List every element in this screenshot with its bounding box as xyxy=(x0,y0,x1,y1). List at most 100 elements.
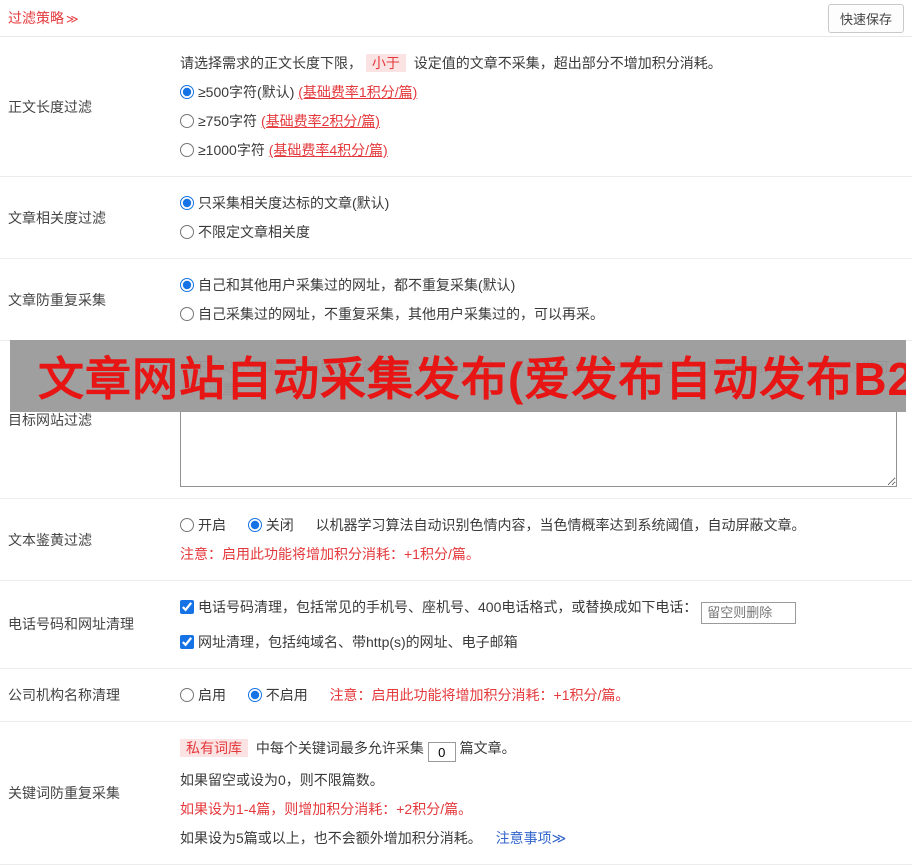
radio-porn-on[interactable]: 开启 xyxy=(180,517,226,533)
radio-dedupe-self-input[interactable] xyxy=(180,307,194,321)
row-content-company-clean: 启用 不启用 注意：启用此功能将增加积分消耗：+1积分/篇。 xyxy=(180,669,912,721)
radio-1000-label: ≥1000字符 xyxy=(198,142,265,158)
radio-500-note: (基础费率1积分/篇) xyxy=(298,84,417,100)
checkbox-url-clean-input[interactable] xyxy=(180,635,194,649)
row-content-body-length: 请选择需求的正文长度下限， 小于 设定值的文章不采集，超出部分不增加积分消耗。 … xyxy=(180,37,912,176)
radio-company-off-label: 不启用 xyxy=(266,687,308,703)
row-label-dedupe: 文章防重复采集 xyxy=(0,259,180,340)
radio-porn-off-input[interactable] xyxy=(248,518,262,532)
notes-link[interactable]: 注意事项≫ xyxy=(496,830,567,846)
radio-dedupe-all-label: 自己和其他用户采集过的网址，都不重复采集(默认) xyxy=(198,277,515,293)
checkbox-url-clean[interactable]: 网址清理，包括纯域名、带http(s)的网址、电子邮箱 xyxy=(180,634,518,650)
radio-1000-chars[interactable]: ≥1000字符 xyxy=(180,142,265,158)
row-keyword-dedupe: 关键词防重复采集 私有词库 中每个关键词最多允许采集 篇文章。 如果留空或设为0… xyxy=(0,722,912,865)
row-content-porn-filter: 开启 关闭 以机器学习算法自动识别色情内容，当色情概率达到系统阈值，自动屏蔽文章… xyxy=(180,499,912,580)
radio-relevance-strict-label: 只采集相关度达标的文章(默认) xyxy=(198,195,389,211)
row-content-dedupe: 自己和其他用户采集过的网址，都不重复采集(默认) 自己采集过的网址，不重复采集，… xyxy=(180,259,912,340)
keyword-dedupe-line1: 私有词库 中每个关键词最多允许采集 篇文章。 xyxy=(180,737,902,763)
company-clean-options: 启用 不启用 注意：启用此功能将增加积分消耗：+1积分/篇。 xyxy=(180,684,902,706)
radio-relevance-any[interactable]: 不限定文章相关度 xyxy=(180,224,310,240)
radio-porn-on-input[interactable] xyxy=(180,518,194,532)
keyword-dedupe-line2: 如果留空或设为0，则不限篇数。 xyxy=(180,769,902,791)
keyword-dedupe-line4: 如果设为5篇或以上，也不会额外增加积分消耗。 注意事项≫ xyxy=(180,827,902,849)
radio-porn-off-label: 关闭 xyxy=(266,517,294,533)
radio-dedupe-all[interactable]: 自己和其他用户采集过的网址，都不重复采集(默认) xyxy=(180,277,515,293)
radio-dedupe-self-label: 自己采集过的网址，不重复采集，其他用户采集过的，可以再采。 xyxy=(198,306,604,322)
checkbox-url-clean-label: 网址清理，包括纯域名、带http(s)的网址、电子邮箱 xyxy=(198,634,518,650)
row-label-porn-filter: 文本鉴黄过滤 xyxy=(0,499,180,580)
dedupe-option-1: 自己和其他用户采集过的网址，都不重复采集(默认) xyxy=(180,274,902,296)
page-title[interactable]: 过滤策略≫ xyxy=(8,8,79,28)
relevance-option-2: 不限定文章相关度 xyxy=(180,221,902,243)
radio-500-label: ≥500字符(默认) xyxy=(198,84,294,100)
url-clean-line: 网址清理，包括纯域名、带http(s)的网址、电子邮箱 xyxy=(180,631,902,653)
dedupe-option-2: 自己采集过的网址，不重复采集，其他用户采集过的，可以再采。 xyxy=(180,303,902,325)
radio-company-on[interactable]: 启用 xyxy=(180,687,226,703)
keyword-count-input[interactable] xyxy=(428,742,456,762)
body-length-intro-tag: 小于 xyxy=(366,54,406,72)
watermark-text: 文章网站自动采集发布(爱发布自动发布B2B xyxy=(10,343,906,409)
keyword-dedupe-line1-mid: 中每个关键词最多允许采集 xyxy=(256,740,424,756)
radio-relevance-any-input[interactable] xyxy=(180,225,194,239)
row-body-length: 正文长度过滤 请选择需求的正文长度下限， 小于 设定值的文章不采集，超出部分不增… xyxy=(0,37,912,177)
row-dedupe: 文章防重复采集 自己和其他用户采集过的网址，都不重复采集(默认) 自己采集过的网… xyxy=(0,259,912,341)
row-label-company-clean: 公司机构名称清理 xyxy=(0,669,180,721)
row-label-body-length: 正文长度过滤 xyxy=(0,37,180,176)
body-length-option-750: ≥750字符 (基础费率2积分/篇) xyxy=(180,110,902,132)
checkbox-phone-clean[interactable]: 电话号码清理，包括常见的手机号、座机号、400电话格式，或替换成如下电话： xyxy=(180,599,697,615)
radio-company-on-label: 启用 xyxy=(198,687,226,703)
body-length-intro-pre: 请选择需求的正文长度下限， xyxy=(180,55,362,71)
body-length-intro-post: 设定值的文章不采集，超出部分不增加积分消耗。 xyxy=(414,55,722,71)
row-content-keyword-dedupe: 私有词库 中每个关键词最多允许采集 篇文章。 如果留空或设为0，则不限篇数。 如… xyxy=(180,722,912,865)
radio-relevance-strict[interactable]: 只采集相关度达标的文章(默认) xyxy=(180,195,389,211)
watermark-overlay: 文章网站自动采集发布(爱发布自动发布B2B xyxy=(10,340,906,412)
header-bar: 过滤策略≫ 快速保存 xyxy=(0,0,912,37)
private-thesaurus-tag: 私有词库 xyxy=(180,739,248,757)
row-content-relevance: 只采集相关度达标的文章(默认) 不限定文章相关度 xyxy=(180,177,912,258)
keyword-dedupe-line4-text: 如果设为5篇或以上，也不会额外增加积分消耗。 xyxy=(180,830,482,846)
row-phone-url-clean: 电话号码和网址清理 电话号码清理，包括常见的手机号、座机号、400电话格式，或替… xyxy=(0,581,912,669)
keyword-dedupe-line1-end: 篇文章。 xyxy=(460,740,516,756)
radio-porn-on-label: 开启 xyxy=(198,517,226,533)
radio-dedupe-self[interactable]: 自己采集过的网址，不重复采集，其他用户采集过的，可以再采。 xyxy=(180,306,604,322)
keyword-dedupe-line3: 如果设为1-4篇，则增加积分消耗：+2积分/篇。 xyxy=(180,798,902,820)
row-content-phone-url-clean: 电话号码清理，包括常见的手机号、座机号、400电话格式，或替换成如下电话： 网址… xyxy=(180,581,912,668)
body-length-option-1000: ≥1000字符 (基础费率4积分/篇) xyxy=(180,139,902,161)
target-site-textarea[interactable] xyxy=(180,411,897,487)
chevron-down-icon: ≫ xyxy=(66,12,79,26)
relevance-option-1: 只采集相关度达标的文章(默认) xyxy=(180,192,902,214)
radio-500-chars[interactable]: ≥500字符(默认) xyxy=(180,84,294,100)
radio-1000-input[interactable] xyxy=(180,143,194,157)
porn-filter-note: 注意：启用此功能将增加积分消耗：+1积分/篇。 xyxy=(180,543,902,565)
row-label-phone-url-clean: 电话号码和网址清理 xyxy=(0,581,180,668)
porn-filter-description: 以机器学习算法自动识别色情内容，当色情概率达到系统阈值，自动屏蔽文章。 xyxy=(316,517,806,533)
radio-relevance-any-label: 不限定文章相关度 xyxy=(198,224,310,240)
phone-clean-line: 电话号码清理，包括常见的手机号、座机号、400电话格式，或替换成如下电话： xyxy=(180,596,902,624)
quick-save-button[interactable]: 快速保存 xyxy=(828,4,904,33)
row-label-relevance: 文章相关度过滤 xyxy=(0,177,180,258)
radio-company-on-input[interactable] xyxy=(180,688,194,702)
checkbox-phone-clean-label: 电话号码清理，包括常见的手机号、座机号、400电话格式，或替换成如下电话： xyxy=(198,599,697,615)
porn-filter-options: 开启 关闭 以机器学习算法自动识别色情内容，当色情概率达到系统阈值，自动屏蔽文章… xyxy=(180,514,902,536)
radio-relevance-strict-input[interactable] xyxy=(180,196,194,210)
radio-750-label: ≥750字符 xyxy=(198,113,257,129)
radio-company-off[interactable]: 不启用 xyxy=(248,687,308,703)
radio-500-input[interactable] xyxy=(180,85,194,99)
radio-porn-off[interactable]: 关闭 xyxy=(248,517,294,533)
company-clean-note: 注意：启用此功能将增加积分消耗：+1积分/篇。 xyxy=(330,687,630,703)
phone-replace-input[interactable] xyxy=(701,602,796,624)
body-length-option-500: ≥500字符(默认) (基础费率1积分/篇) xyxy=(180,81,902,103)
page-title-text: 过滤策略 xyxy=(8,10,64,26)
radio-dedupe-all-input[interactable] xyxy=(180,278,194,292)
row-porn-filter: 文本鉴黄过滤 开启 关闭 以机器学习算法自动识别色情内容，当色情概率达到系统阈值… xyxy=(0,499,912,581)
row-company-clean: 公司机构名称清理 启用 不启用 注意：启用此功能将增加积分消耗：+1积分/篇。 xyxy=(0,669,912,722)
checkbox-phone-clean-input[interactable] xyxy=(180,600,194,614)
radio-750-input[interactable] xyxy=(180,114,194,128)
radio-1000-note: (基础费率4积分/篇) xyxy=(269,142,388,158)
body-length-intro: 请选择需求的正文长度下限， 小于 设定值的文章不采集，超出部分不增加积分消耗。 xyxy=(180,52,902,74)
radio-company-off-input[interactable] xyxy=(248,688,262,702)
radio-750-chars[interactable]: ≥750字符 xyxy=(180,113,257,129)
row-relevance: 文章相关度过滤 只采集相关度达标的文章(默认) 不限定文章相关度 xyxy=(0,177,912,259)
radio-750-note: (基础费率2积分/篇) xyxy=(261,113,380,129)
row-label-keyword-dedupe: 关键词防重复采集 xyxy=(0,722,180,865)
